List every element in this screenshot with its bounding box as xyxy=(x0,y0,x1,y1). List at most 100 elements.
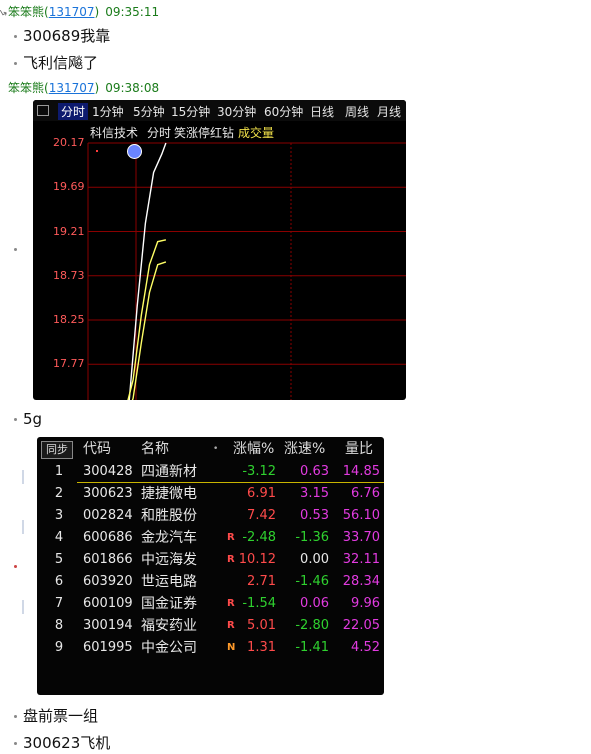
bullet-icon xyxy=(14,715,17,718)
speed-pct: -2.80 xyxy=(295,618,329,633)
table-row[interactable]: 7 600109 国金证券 R -1.54 0.06 9.96 xyxy=(37,593,384,615)
stock-ranking-image[interactable]: 同步 代码 名称 • 涨幅% 涨速% 量比 1 300428 四通新材 -3.12 0.… xyxy=(37,437,384,695)
table-row[interactable]: 1 300428 四通新材 -3.12 0.63 14.85 xyxy=(37,461,384,483)
change-pct: 7.42 xyxy=(247,508,276,523)
sync-button[interactable]: 同步 xyxy=(41,441,73,459)
y-tick-label: 19.69 xyxy=(53,180,85,194)
table-row[interactable]: 9 601995 中金公司 N 1.31 -1.41 4.52 xyxy=(37,637,384,659)
change-pct: 1.31 xyxy=(247,640,276,655)
speed-pct: -1.36 xyxy=(295,530,329,545)
user-id-link[interactable]: 131707 xyxy=(49,81,95,95)
volume-ratio: 22.05 xyxy=(342,618,380,633)
y-tick-label: 18.25 xyxy=(53,313,85,326)
row-index: 5 xyxy=(54,552,64,567)
y-tick-label: 20.17 xyxy=(53,136,85,149)
stock-code[interactable]: 300623 xyxy=(83,483,133,505)
row-index: 3 xyxy=(54,508,64,523)
price-plot xyxy=(87,142,406,400)
margin-flag: R xyxy=(227,598,235,609)
side-decoration xyxy=(22,520,24,534)
margin-flag: R xyxy=(227,620,235,631)
stock-name[interactable]: 世运电路 xyxy=(141,571,197,593)
margin-flag: R xyxy=(227,554,235,565)
timestamp: 09:38:08 xyxy=(105,81,160,95)
bullet-icon xyxy=(14,62,17,65)
stock-name[interactable]: 金龙汽车 xyxy=(141,527,197,549)
emoji-face-icon xyxy=(127,144,142,159)
volume-ratio: 33.70 xyxy=(342,530,380,545)
stock-code[interactable]: 300194 xyxy=(83,615,133,637)
row-index: 2 xyxy=(54,486,64,501)
username[interactable]: 笨笨熊 xyxy=(8,81,44,95)
speed-pct: 0.53 xyxy=(300,508,329,523)
table-row[interactable]: 2 300623 捷捷微电 6.91 3.15 6.76 xyxy=(37,483,384,505)
stock-code[interactable]: 002824 xyxy=(83,505,133,527)
message-header: 笨笨熊(131707) 09:35:11 xyxy=(8,5,160,19)
y-tick-label: 19.21 xyxy=(53,224,85,238)
table-row[interactable]: 4 600686 金龙汽车 R -2.48 -1.36 33.70 xyxy=(37,527,384,549)
stock-name[interactable]: 国金证券 xyxy=(141,593,197,615)
message-line: 5g xyxy=(14,410,42,428)
stock-name[interactable]: 捷捷微电 xyxy=(141,483,197,505)
series-line-0 xyxy=(128,142,167,400)
table-row[interactable]: 6 603920 世运电路 2.71 -1.46 28.34 xyxy=(37,571,384,593)
speed-pct: 0.06 xyxy=(300,596,329,611)
stock-code[interactable]: 601866 xyxy=(83,549,133,571)
stock-code[interactable]: 600686 xyxy=(83,527,133,549)
volume-ratio: 28.34 xyxy=(342,574,380,589)
row-index: 7 xyxy=(54,596,64,611)
message-line: 300689我靠 xyxy=(14,25,110,46)
stock-name[interactable]: 中远海发 xyxy=(141,549,197,571)
volume-ratio: 4.52 xyxy=(351,640,380,655)
username[interactable]: 笨笨熊 xyxy=(8,5,44,19)
change-pct: 10.12 xyxy=(238,552,276,567)
intraday-chart-image[interactable]: 分时 1分钟 5分钟 15分钟 30分钟 60分钟 日线 周线 月线 科信技术 … xyxy=(33,100,406,400)
side-decoration xyxy=(22,470,24,484)
speed-pct: 0.00 xyxy=(300,552,329,567)
stock-code[interactable]: 600109 xyxy=(83,593,133,615)
speed-pct: 0.63 xyxy=(300,464,329,479)
stock-name[interactable]: 中金公司 xyxy=(141,637,197,659)
header-speed-pct[interactable]: 涨速% xyxy=(284,437,325,461)
marker-dot xyxy=(96,150,98,152)
stock-name[interactable]: 福安药业 xyxy=(141,615,197,637)
series-line-2 xyxy=(131,261,167,400)
table-row[interactable]: 8 300194 福安药业 R 5.01 -2.80 22.05 xyxy=(37,615,384,637)
volume-ratio: 56.10 xyxy=(342,508,380,523)
header-change-pct[interactable]: 涨幅% xyxy=(233,437,274,461)
stock-name[interactable]: 和胜股份 xyxy=(141,505,197,527)
timestamp: 09:35:11 xyxy=(105,5,160,19)
volume-ratio: 32.11 xyxy=(342,552,380,567)
volume-ratio: 14.85 xyxy=(342,464,380,479)
speed-pct: -1.46 xyxy=(295,574,329,589)
volume-ratio: 6.76 xyxy=(351,486,380,501)
header-volume-ratio[interactable]: 量比 xyxy=(345,437,373,461)
y-tick-label: 18.73 xyxy=(53,268,85,282)
row-index: 1 xyxy=(54,464,64,479)
header-name[interactable]: 名称 xyxy=(141,437,169,461)
message-line: 300623飞机 xyxy=(14,732,110,753)
bullet-icon xyxy=(14,418,17,421)
message-line: 盘前票一组 xyxy=(14,705,98,726)
margin-flag: R xyxy=(227,532,235,543)
table-row[interactable]: 5 601866 中远海发 R 10.12 0.00 32.11 xyxy=(37,549,384,571)
stock-code[interactable]: 601995 xyxy=(83,637,133,659)
volume-ratio: 9.96 xyxy=(351,596,380,611)
user-id-link[interactable]: 131707 xyxy=(49,5,95,19)
speed-pct: -1.41 xyxy=(295,640,329,655)
change-pct: -1.54 xyxy=(242,596,276,611)
message-header: 笨笨熊(131707) 09:38:08 xyxy=(8,81,160,95)
speed-pct: 3.15 xyxy=(300,486,329,501)
stock-name[interactable]: 四通新材 xyxy=(141,461,197,483)
row-index: 4 xyxy=(54,530,64,545)
side-decoration xyxy=(22,600,24,614)
change-pct: 2.71 xyxy=(247,574,276,589)
change-pct: 6.91 xyxy=(247,486,276,501)
change-pct: -3.12 xyxy=(242,464,276,479)
row-index: 6 xyxy=(54,574,64,589)
header-code[interactable]: 代码 xyxy=(83,437,111,461)
table-row[interactable]: 3 002824 和胜股份 7.42 0.53 56.10 xyxy=(37,505,384,527)
stock-code[interactable]: 300428 xyxy=(83,461,133,483)
stock-code[interactable]: 603920 xyxy=(83,571,133,593)
bullet-icon xyxy=(14,565,17,568)
